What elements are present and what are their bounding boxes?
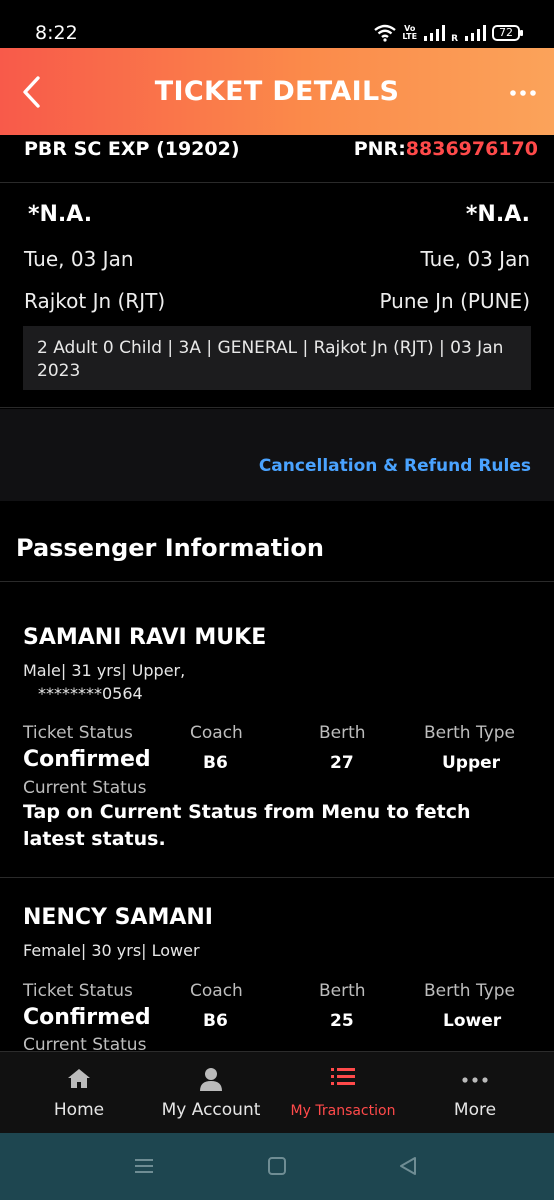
home-button-icon[interactable]: [266, 1155, 288, 1177]
ticket-status-value: Confirmed: [23, 1005, 151, 1030]
berth-type-value: Upper: [442, 753, 501, 773]
passenger-name: SAMANI RAVI MUKE: [23, 625, 267, 650]
coach-value: B6: [203, 1011, 228, 1031]
train-info-row: PBR SC EXP (19202) PNR:8836976170: [0, 135, 554, 183]
nav-my-account-label: My Account: [161, 1100, 261, 1120]
nav-my-transaction[interactable]: My Transaction: [274, 1052, 412, 1134]
berth-value: 27: [330, 753, 354, 773]
pnr-number: 8836976170: [405, 138, 538, 160]
passenger-id-masked: ********0564: [38, 684, 143, 703]
coach-value: B6: [203, 753, 228, 773]
berth-label: Berth: [319, 723, 366, 743]
arrival-station: Pune Jn (PUNE): [379, 289, 530, 313]
status-time: 8:22: [35, 22, 78, 44]
passenger-name: NENCY SAMANI: [23, 905, 213, 930]
page-title: TICKET DETAILS: [154, 76, 400, 107]
back-triangle-icon[interactable]: [397, 1155, 419, 1177]
status-icons: Vo LTE R 72: [374, 22, 523, 44]
train-name: PBR SC EXP (19202): [24, 138, 240, 160]
current-status-label: Current Status: [23, 1035, 147, 1050]
nav-my-transaction-label: My Transaction: [290, 1103, 396, 1119]
wifi-icon: [374, 24, 397, 42]
system-navigation-bar: [0, 1133, 554, 1200]
journey-card: *N.A. *N.A. Tue, 03 Jan Tue, 03 Jan Rajk…: [0, 184, 554, 408]
pnr-text: PNR:8836976170: [354, 138, 538, 160]
overflow-menu-button[interactable]: [508, 78, 538, 106]
berth-value: 25: [330, 1011, 354, 1031]
divider: [0, 581, 554, 582]
more-dots-icon: [462, 1077, 488, 1083]
coach-label: Coach: [190, 723, 243, 743]
booking-summary: 2 Adult 0 Child | 3A | GENERAL | Rajkot …: [23, 326, 531, 390]
coach-label: Coach: [190, 981, 243, 1001]
arrival-date: Tue, 03 Jan: [420, 247, 530, 271]
status-bar: 8:22 Vo LTE R 72: [0, 0, 554, 48]
more-vert-dots-icon: [510, 90, 536, 96]
passenger-card: SAMANI RAVI MUKE Male| 31 yrs| Upper, **…: [0, 625, 554, 875]
passenger-details: Female| 30 yrs| Lower: [23, 941, 200, 960]
signal-icon-2: [465, 25, 486, 41]
cancellation-refund-rules-link[interactable]: Cancellation & Refund Rules: [259, 456, 531, 476]
pnr-label: PNR:: [353, 138, 406, 160]
berth-type-value: Lower: [443, 1011, 502, 1031]
passenger-details: Male| 31 yrs| Upper,: [23, 661, 186, 680]
nav-my-account[interactable]: My Account: [142, 1052, 280, 1134]
passenger-card: NENCY SAMANI Female| 30 yrs| Lower Ticke…: [0, 905, 554, 1050]
nav-home-label: Home: [53, 1100, 105, 1120]
berth-type-label: Berth Type: [424, 723, 516, 743]
section-title: Passenger Information: [16, 534, 324, 562]
ticket-status-label: Ticket Status: [23, 723, 133, 743]
ticket-status-label: Ticket Status: [23, 981, 133, 1001]
person-icon: [200, 1068, 222, 1091]
battery-icon: 72: [492, 25, 523, 41]
passenger-information-section: Passenger Information SAMANI RAVI MUKE M…: [0, 516, 554, 1050]
departure-time: *N.A.: [28, 202, 93, 227]
divider: [0, 877, 554, 878]
departure-station: Rajkot Jn (RJT): [24, 289, 166, 313]
app-header: TICKET DETAILS: [0, 48, 554, 135]
arrival-time: *N.A.: [465, 202, 530, 227]
current-status-label: Current Status: [23, 778, 147, 798]
roaming-indicator: R: [451, 34, 458, 44]
signal-icon: [424, 25, 446, 41]
nav-more-label: More: [453, 1100, 497, 1120]
nav-more[interactable]: More: [406, 1052, 544, 1134]
berth-label: Berth: [319, 981, 366, 1001]
recent-apps-icon[interactable]: [133, 1155, 155, 1177]
rules-section: Cancellation & Refund Rules: [0, 409, 554, 501]
current-status-message: Tap on Current Status from Menu to fetch…: [23, 801, 471, 850]
bottom-navigation: Home My Account My Transaction More: [0, 1051, 554, 1133]
berth-type-label: Berth Type: [424, 981, 516, 1001]
home-icon: [68, 1069, 90, 1088]
volte-icon: Vo LTE: [402, 24, 418, 41]
ticket-status-value: Confirmed: [23, 747, 151, 772]
nav-home[interactable]: Home: [10, 1052, 148, 1134]
transaction-list-icon: [331, 1068, 355, 1085]
departure-date: Tue, 03 Jan: [24, 247, 134, 271]
